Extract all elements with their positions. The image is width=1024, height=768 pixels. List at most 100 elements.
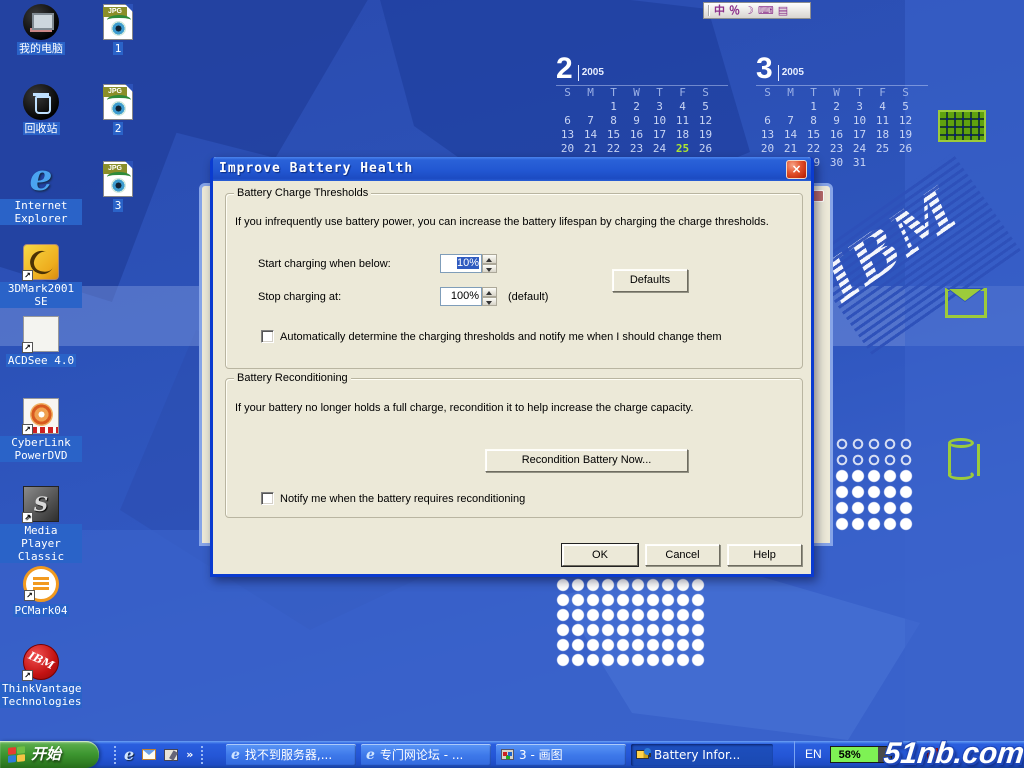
- group-title: Battery Charge Thresholds: [234, 187, 371, 199]
- calendar-day-cell: 6: [556, 114, 579, 128]
- calendar-february-2005: 2 2005 SMTWTFS12345678910111213141516171…: [556, 54, 728, 170]
- quicklaunch-show-desktop-icon[interactable]: [164, 749, 178, 761]
- calendar-day-cell: 18: [671, 128, 694, 142]
- start-button[interactable]: 开始: [0, 741, 99, 768]
- quicklaunch-ie-icon[interactable]: e: [124, 747, 134, 763]
- desktop-icon-media-player-classic[interactable]: S↗Media Player Classic: [0, 486, 82, 563]
- improve-battery-health-dialog: Improve Battery Health × Battery Charge …: [210, 157, 814, 577]
- calendar-day-cell: 2: [825, 100, 848, 114]
- task-label: 找不到服务器,...: [245, 744, 332, 766]
- calendar-day-cell: 2: [625, 100, 648, 114]
- desktop-icon-label: 1: [113, 42, 124, 55]
- calendar-day-cell: [871, 156, 894, 170]
- calendar-day-cell: 10: [648, 114, 671, 128]
- thinkvantage-technologies-icon: ↗: [23, 644, 59, 680]
- task-ie-forum[interactable]: e专门网论坛 - ...: [361, 744, 491, 766]
- desktop-icon-jpg-file-3[interactable]: JPG3: [96, 161, 140, 212]
- calendar-day-header: W: [825, 86, 848, 100]
- desktop-icon-recycle-bin[interactable]: 回收站: [0, 84, 82, 135]
- calendar-day-cell: 10: [848, 114, 871, 128]
- desktop-icon-internet-explorer[interactable]: eInternet Explorer: [0, 161, 82, 225]
- desktop-icon-my-computer[interactable]: 我的电脑: [0, 4, 82, 55]
- calendar-day-cell: 11: [671, 114, 694, 128]
- calendar-day-cell: 13: [756, 128, 779, 142]
- calendar-day-cell: [556, 100, 579, 114]
- desktop-icon-jpg-file-2[interactable]: JPG 2: [96, 84, 140, 135]
- battery-percent: 58%: [839, 748, 861, 763]
- shortcut-arrow-icon: ↗: [22, 670, 33, 681]
- calendar-day-cell: 23: [825, 142, 848, 156]
- recycle-bin-icon: [23, 84, 59, 120]
- stop-charging-input[interactable]: 100%: [440, 287, 482, 306]
- calendar-day-cell: [894, 156, 917, 170]
- windows-logo-icon: [8, 746, 25, 763]
- desktop-icon-pcmark04[interactable]: ↗PCMark04: [0, 566, 82, 617]
- desktop-icon-cyberlink-powerdvd[interactable]: ↗CyberLink PowerDVD: [0, 398, 82, 462]
- calendar-day-cell: 5: [894, 100, 917, 114]
- soft-keyboard-icon[interactable]: ⌨: [758, 4, 774, 17]
- chinese-input-mode-icon[interactable]: 中: [714, 4, 725, 17]
- dialog-titlebar[interactable]: Improve Battery Health ×: [213, 157, 811, 181]
- task-label: Battery Infor...: [654, 744, 740, 766]
- help-button[interactable]: Help: [727, 544, 802, 566]
- input-settings-icon[interactable]: ▤: [778, 4, 788, 17]
- start-charging-label: Start charging when below:: [258, 258, 391, 270]
- auto-thresholds-checkbox[interactable]: [261, 330, 274, 343]
- internet-explorer-icon: e: [23, 161, 59, 197]
- calendar-day-cell: 16: [625, 128, 648, 142]
- task-ie-server-not-found[interactable]: e找不到服务器,...: [226, 744, 356, 766]
- stop-charging-value: 100%: [451, 290, 479, 302]
- calendar-day-cell: 16: [825, 128, 848, 142]
- calendar-day-cell: 22: [802, 142, 825, 156]
- task-label: 3 - 画图: [519, 744, 563, 766]
- taskbar-separator: [114, 746, 116, 764]
- desktop-icon-acdsee-4-0[interactable]: ↗ACDSee 4.0: [0, 316, 82, 367]
- calendar-day-cell: 9: [625, 114, 648, 128]
- calendar-day-cell: 24: [848, 142, 871, 156]
- desktop-icon-jpg-file-1[interactable]: JPG1: [96, 4, 140, 55]
- spin-up-icon[interactable]: [482, 287, 497, 297]
- close-button[interactable]: ×: [786, 160, 807, 179]
- ok-button[interactable]: OK: [562, 544, 638, 566]
- auto-thresholds-label[interactable]: Automatically determine the charging thr…: [280, 331, 721, 343]
- desktop-icon-label: CyberLink PowerDVD: [0, 436, 82, 462]
- cancel-button[interactable]: Cancel: [645, 544, 720, 566]
- quicklaunch-outlook-express-icon[interactable]: [142, 749, 156, 760]
- fullwidth-halfwidth-icon[interactable]: ％: [729, 4, 740, 17]
- jpg-file-2-icon: JPG: [103, 84, 133, 120]
- calendar-day-header: T: [648, 86, 671, 100]
- notify-reconditioning-checkbox[interactable]: [261, 492, 274, 505]
- desktop-icon-3dmark2001-se[interactable]: ↗3DMark2001 SE: [0, 244, 82, 308]
- desktop-icon-label: 2: [113, 122, 124, 135]
- punctuation-mode-icon[interactable]: ☽: [744, 4, 754, 17]
- media-player-classic-icon: S↗: [23, 486, 59, 522]
- notify-reconditioning-label[interactable]: Notify me when the battery requires reco…: [280, 493, 525, 505]
- desktop-icon-label: ThinkVantage Technologies: [0, 682, 82, 708]
- calendar-day-cell: [756, 100, 779, 114]
- calendar-day-cell: 13: [556, 128, 579, 142]
- calendar-day-cell: 11: [871, 114, 894, 128]
- language-bar-grip[interactable]: [708, 5, 710, 16]
- calendar-day-cell: 15: [602, 128, 625, 142]
- desktop-icon-label: 3: [113, 199, 124, 212]
- shortcut-arrow-icon: ↗: [24, 590, 35, 601]
- desktop-icon-thinkvantage-technologies[interactable]: ↗ThinkVantage Technologies: [0, 644, 82, 708]
- task-battery-information[interactable]: Battery Infor...: [631, 744, 773, 766]
- start-charging-input[interactable]: 10%: [440, 254, 482, 273]
- calendar-day-cell: 4: [871, 100, 894, 114]
- recondition-battery-now-button[interactable]: Recondition Battery Now...: [485, 449, 688, 472]
- spin-down-icon[interactable]: [482, 297, 497, 307]
- defaults-button[interactable]: Defaults: [612, 269, 688, 292]
- spin-down-icon[interactable]: [482, 264, 497, 274]
- my-computer-icon: [23, 4, 59, 40]
- language-indicator[interactable]: EN: [805, 741, 822, 768]
- spin-up-icon[interactable]: [482, 254, 497, 264]
- task-paint[interactable]: 3 - 画图: [496, 744, 626, 766]
- calendar-day-cell: 17: [848, 128, 871, 142]
- language-bar[interactable]: 中 ％ ☽ ⌨ ▤: [703, 2, 811, 19]
- shortcut-arrow-icon: ↗: [22, 342, 33, 353]
- wallpaper-spreadsheet-icon: [938, 110, 986, 142]
- calendar-day-cell: 14: [579, 128, 602, 142]
- calendar-day-header: M: [779, 86, 802, 100]
- quicklaunch-overflow-chevron[interactable]: »: [186, 741, 193, 768]
